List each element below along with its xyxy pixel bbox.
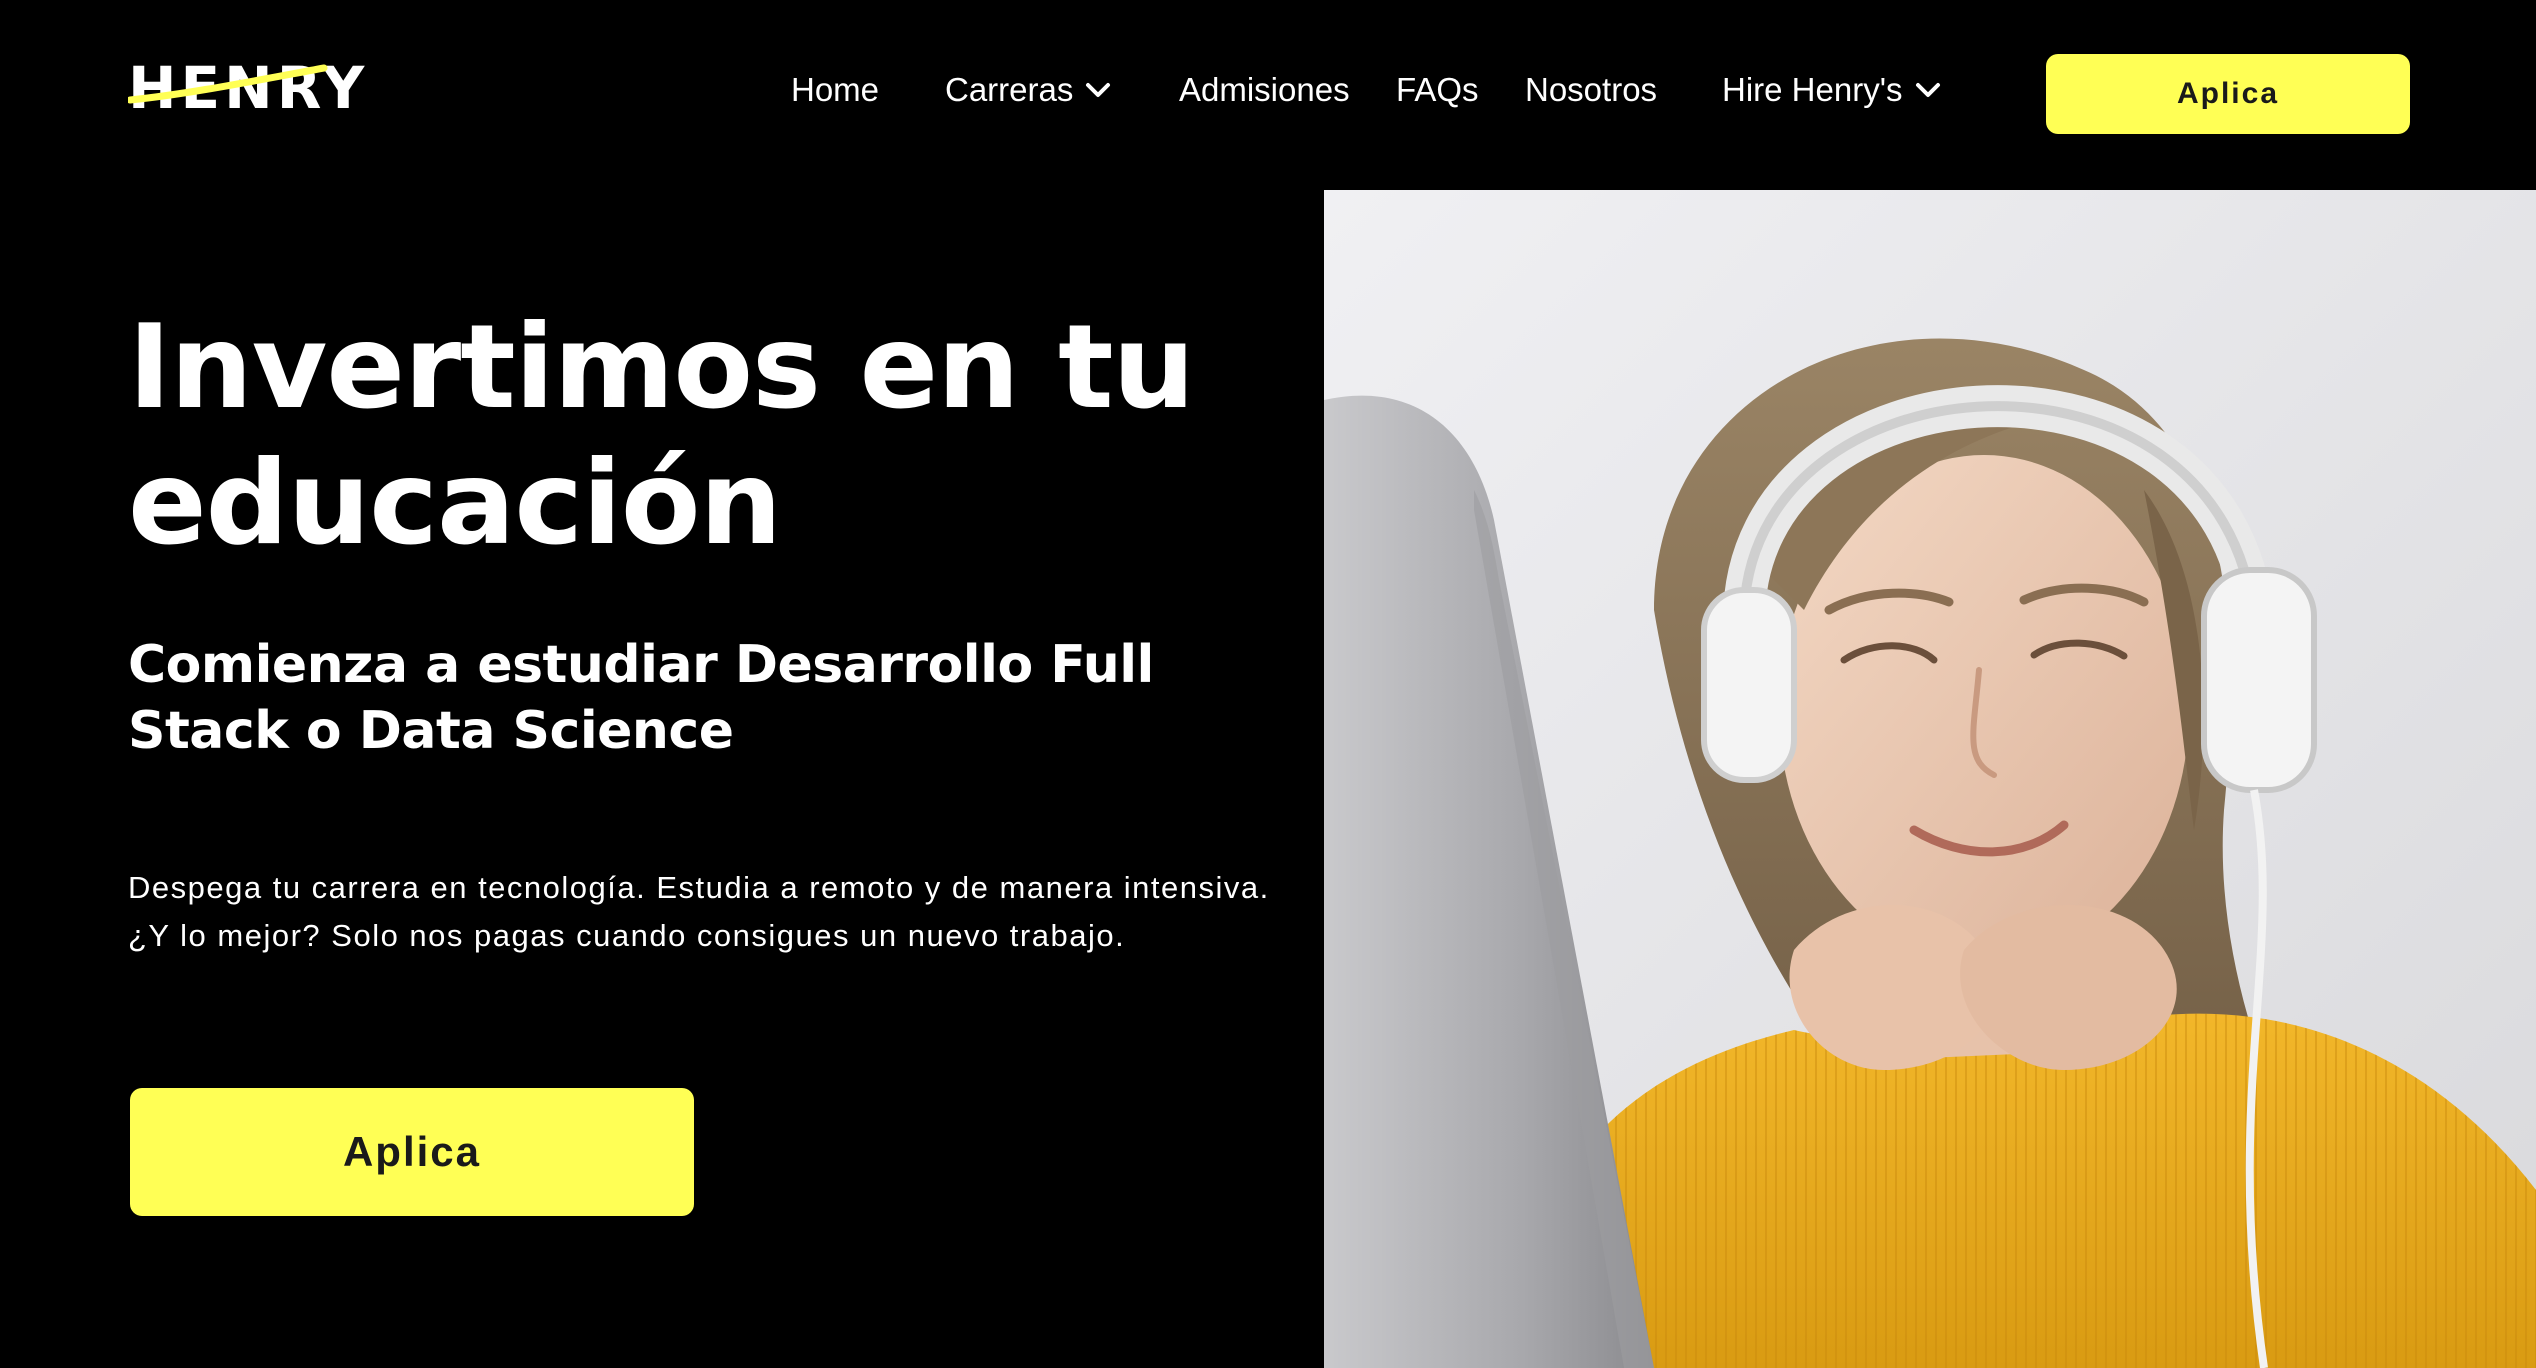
chevron-down-icon (1915, 83, 1940, 97)
henry-logo[interactable]: HENRY (128, 56, 364, 120)
nav-item-label: Home (791, 71, 880, 108)
hero-description: Despega tu carrera en tecnología. Estudi… (128, 870, 1270, 953)
chevron-down-icon (1086, 83, 1111, 97)
nav-item-home[interactable]: Home (791, 60, 879, 120)
nav-item-label: Carreras (945, 71, 1074, 108)
nav-item-hire-henrys[interactable]: Hire Henry's (1722, 60, 1941, 120)
nav-item-label: Admisiones (1179, 71, 1350, 108)
hero-title: Invertimos en tu educación (128, 300, 1195, 571)
nav-item-label: Nosotros (1525, 71, 1658, 108)
nav-item-admisiones[interactable]: Admisiones (1179, 60, 1350, 120)
top-navbar: HENRY Home Carreras Admisiones FAQs Noso… (0, 0, 2536, 190)
hero-subtitle: Comienza a estudiar Desarrollo Full Stac… (128, 635, 1154, 761)
nav-apply-button[interactable]: Aplica (2046, 54, 2410, 134)
hero-image (1324, 190, 2536, 1368)
student-with-headphones-illustration (1324, 190, 2536, 1368)
nav-item-label: Hire Henry's (1722, 71, 1903, 108)
logo-text: HENRY (128, 54, 369, 122)
nav-item-label: FAQs (1396, 71, 1479, 108)
landing-page: HENRY Home Carreras Admisiones FAQs Noso… (0, 0, 2536, 1368)
nav-item-faqs[interactable]: FAQs (1396, 60, 1479, 120)
hero-apply-button[interactable]: Aplica (130, 1088, 694, 1216)
nav-item-carreras[interactable]: Carreras (945, 60, 1111, 120)
nav-item-nosotros[interactable]: Nosotros (1525, 60, 1657, 120)
